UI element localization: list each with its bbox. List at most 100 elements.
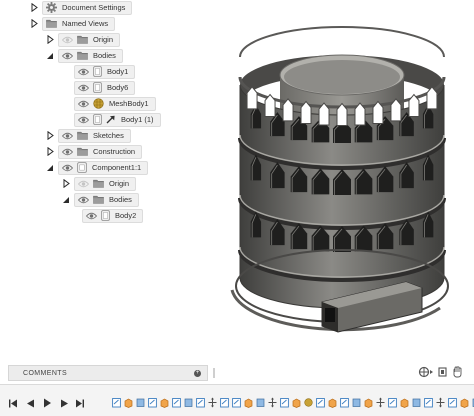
timeline-body-icon[interactable] — [352, 396, 361, 408]
timeline-body-icon[interactable] — [256, 396, 265, 408]
timeline-extrude-icon[interactable] — [160, 396, 169, 408]
tree-node-component1[interactable]: Component1:1 — [58, 160, 149, 175]
timeline-body-icon[interactable] — [136, 396, 145, 408]
timeline-sketch-icon[interactable] — [112, 396, 121, 408]
tree-row-body1[interactable]: Body1 — [62, 64, 136, 79]
visibility-eye-icon[interactable] — [62, 148, 73, 156]
tree-node-comp-origin[interactable]: Origin — [74, 176, 137, 191]
tree-node-body1-1[interactable]: Body1 (1) — [74, 112, 161, 127]
tree-node-comp-bodies[interactable]: Bodies — [74, 192, 139, 207]
tree-row-body2[interactable]: Body2 — [70, 208, 144, 223]
expand-arrow-icon[interactable] — [46, 35, 54, 45]
timeline-sketch-icon[interactable] — [172, 396, 181, 408]
tree-row-meshbody1[interactable]: MeshBody1 — [62, 96, 156, 111]
expand-arrow-icon[interactable] — [30, 19, 38, 29]
collapse-arrow-icon[interactable] — [62, 195, 70, 205]
timeline-sketch-icon[interactable] — [148, 396, 157, 408]
tree-row-comp-origin[interactable]: Origin — [62, 176, 137, 191]
orbit-icon[interactable] — [418, 366, 434, 380]
step-back-button[interactable] — [26, 398, 35, 408]
tree-node-body6[interactable]: Body6 — [74, 80, 136, 95]
tree-node-construction[interactable]: Construction — [58, 144, 143, 159]
tree-node-sketches[interactable]: Sketches — [58, 128, 131, 143]
tree-node-meshbody1[interactable]: MeshBody1 — [74, 96, 156, 111]
visibility-eye-icon[interactable] — [62, 164, 73, 172]
timeline-sketch-icon[interactable] — [448, 396, 457, 408]
timeline-extrude-icon[interactable] — [292, 396, 301, 408]
go-to-start-button[interactable] — [8, 398, 18, 408]
expand-arrow-icon[interactable] — [46, 147, 54, 157]
tree-row-body1-1[interactable]: Body1 (1) — [62, 112, 161, 127]
tree-node-document-settings[interactable]: Document Settings — [42, 0, 133, 15]
timeline-sketch-icon[interactable] — [232, 396, 241, 408]
collapse-arrow-icon[interactable] — [46, 163, 54, 173]
tree-node-label: MeshBody1 — [109, 99, 149, 108]
timeline-mesh-icon[interactable] — [304, 396, 313, 408]
collapse-arrow-icon[interactable] — [46, 51, 54, 61]
tree-row-body6[interactable]: Body6 — [62, 80, 136, 95]
comments-panel[interactable]: COMMENTS + — [8, 365, 215, 381]
add-comment-icon[interactable]: + — [194, 369, 201, 377]
timeline-extrude-icon[interactable] — [364, 396, 373, 408]
tree-node-bodies[interactable]: Bodies — [58, 48, 123, 63]
timeline-sketch-icon[interactable] — [196, 396, 205, 408]
visibility-eye-icon[interactable] — [62, 132, 73, 140]
tree-node-label: Named Views — [62, 19, 109, 28]
timeline-body-icon[interactable] — [412, 396, 421, 408]
link-arrow-icon — [106, 115, 116, 124]
go-to-end-button[interactable] — [75, 398, 85, 408]
timeline-sketch-icon[interactable] — [220, 396, 229, 408]
visibility-eye-icon[interactable] — [78, 196, 89, 204]
tree-node-origin[interactable]: Origin — [58, 32, 121, 47]
tree-node-named-views[interactable]: Named Views — [42, 16, 116, 31]
tree-row-component1[interactable]: Component1:1 — [46, 160, 149, 175]
play-button[interactable] — [43, 398, 52, 408]
tree-row-bodies[interactable]: Bodies — [46, 48, 123, 63]
tree-row-comp-bodies[interactable]: Bodies — [62, 192, 139, 207]
expand-arrow-icon[interactable] — [30, 3, 38, 13]
tree-node-label: Bodies — [93, 51, 116, 60]
model-viewport[interactable] — [210, 20, 474, 365]
timeline-body-icon[interactable] — [184, 396, 193, 408]
tree-row-named-views[interactable]: Named Views — [30, 16, 116, 31]
timeline-sketch-icon[interactable] — [388, 396, 397, 408]
expand-arrow-icon[interactable] — [62, 179, 70, 189]
visibility-eye-icon[interactable] — [78, 84, 89, 92]
tree-node-body1[interactable]: Body1 — [74, 64, 136, 79]
timeline-extrude-icon[interactable] — [244, 396, 253, 408]
tree-row-origin[interactable]: Origin — [46, 32, 121, 47]
body-icon — [93, 82, 102, 93]
visibility-eye-icon[interactable] — [78, 100, 89, 108]
timeline-extrude-icon[interactable] — [460, 396, 469, 408]
panel-divider — [213, 368, 215, 378]
visibility-off-eye-icon[interactable] — [78, 180, 89, 188]
pan-hand-icon[interactable] — [452, 366, 463, 380]
timeline-move-icon[interactable] — [268, 396, 277, 408]
tree-row-construction[interactable]: Construction — [46, 144, 143, 159]
timeline-move-icon[interactable] — [436, 396, 445, 408]
timeline-extrude-icon[interactable] — [400, 396, 409, 408]
visibility-off-eye-icon[interactable] — [62, 36, 73, 44]
visibility-eye-icon[interactable] — [62, 52, 73, 60]
visibility-eye-icon[interactable] — [86, 212, 97, 220]
tree-node-label: Construction — [93, 147, 136, 156]
visibility-eye-icon[interactable] — [78, 116, 89, 124]
look-at-icon[interactable] — [438, 366, 448, 380]
tree-node-label: Body6 — [107, 83, 129, 92]
visibility-eye-icon[interactable] — [78, 68, 89, 76]
timeline-extrude-icon[interactable] — [124, 396, 133, 408]
timeline-move-icon[interactable] — [376, 396, 385, 408]
tree-node-body2[interactable]: Body2 — [82, 208, 144, 223]
expand-arrow-icon[interactable] — [46, 131, 54, 141]
timeline-sketch-icon[interactable] — [424, 396, 433, 408]
step-forward-button[interactable] — [60, 398, 69, 408]
timeline-move-icon[interactable] — [208, 396, 217, 408]
timeline-sketch-icon[interactable] — [280, 396, 289, 408]
tree-row-document-settings[interactable]: Document Settings — [30, 0, 133, 15]
timeline-sketch-icon[interactable] — [316, 396, 325, 408]
tree-row-sketches[interactable]: Sketches — [46, 128, 131, 143]
timeline-extrude-icon[interactable] — [328, 396, 337, 408]
timeline-sketch-icon[interactable] — [340, 396, 349, 408]
